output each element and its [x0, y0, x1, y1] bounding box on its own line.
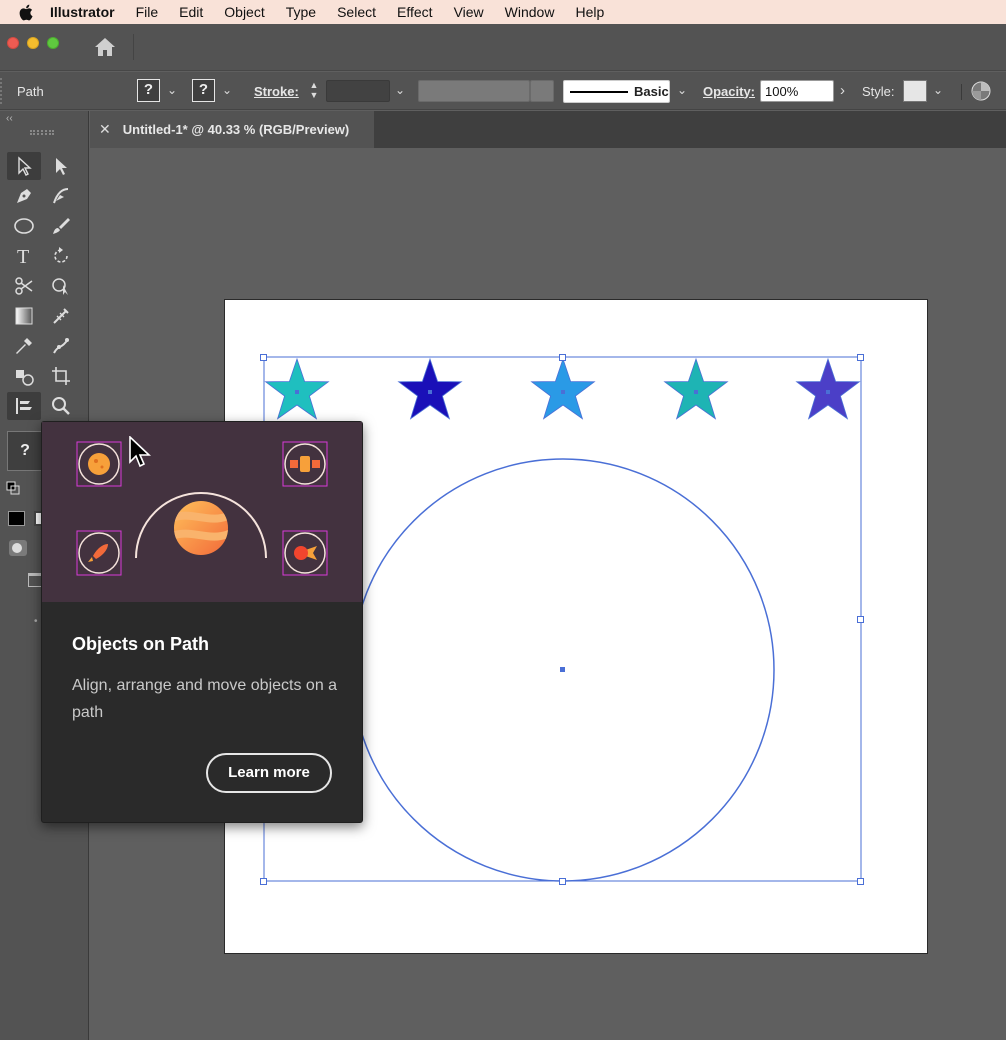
- home-icon[interactable]: [93, 36, 117, 58]
- menu-edit[interactable]: Edit: [179, 4, 203, 20]
- stroke-weight-chevron-icon[interactable]: ⌄: [395, 83, 405, 97]
- bounding-handle-bottom-left[interactable]: [260, 878, 267, 885]
- rotate-tool-icon[interactable]: [44, 242, 78, 270]
- planet-icon: [174, 501, 228, 555]
- close-window-button[interactable]: [7, 37, 19, 49]
- menu-file[interactable]: File: [136, 4, 159, 20]
- variable-width-profile-dropdown[interactable]: [530, 80, 554, 102]
- objects-on-path-tooltip: Objects on Path Align, arrange and move …: [41, 421, 363, 823]
- menu-effect[interactable]: Effect: [397, 4, 433, 20]
- pen-tool-icon[interactable]: [7, 182, 41, 210]
- paintbrush-tool-icon[interactable]: [44, 212, 78, 240]
- style-chevron-icon[interactable]: ⌄: [933, 83, 943, 97]
- brush-label: Basic: [634, 84, 669, 99]
- document-tab-title: Untitled-1* @ 40.33 % (RGB/Preview): [122, 122, 350, 137]
- opacity-arrow-icon[interactable]: ›: [840, 82, 845, 99]
- symbol-sprayer-tool-icon[interactable]: [7, 362, 41, 390]
- menu-bar: Illustrator File Edit Object Type Select…: [0, 0, 1006, 24]
- default-fill-stroke-icon[interactable]: [6, 481, 20, 495]
- close-tab-icon[interactable]: ✕: [99, 121, 111, 138]
- shape-builder-tool-icon[interactable]: [44, 272, 78, 300]
- gradient-tool-icon[interactable]: [7, 302, 41, 330]
- comet-icon: [294, 546, 308, 560]
- bounding-handle-bottom-right[interactable]: [857, 878, 864, 885]
- star-center-point: [694, 390, 698, 394]
- star-shape[interactable]: [530, 357, 596, 420]
- recolor-artwork-icon[interactable]: [971, 81, 991, 101]
- star-center-point: [561, 390, 565, 394]
- graphic-style-swatch[interactable]: [903, 80, 927, 102]
- stroke-weight-input[interactable]: [326, 80, 390, 102]
- bounding-handle-bottom-middle[interactable]: [559, 878, 566, 885]
- objects-on-path-illustration: [42, 422, 362, 602]
- brush-definition-dropdown[interactable]: Basic: [563, 80, 670, 103]
- edit-toolbar-icon[interactable]: •: [34, 616, 38, 627]
- menu-select[interactable]: Select: [337, 4, 376, 20]
- zoom-tool-icon[interactable]: [44, 392, 78, 420]
- puppet-warp-tool-icon[interactable]: [44, 332, 78, 360]
- curvature-tool-icon[interactable]: [44, 182, 78, 210]
- draw-mode-icon[interactable]: [8, 539, 28, 557]
- panel-grip-icon[interactable]: [30, 130, 54, 135]
- moon-icon: [88, 453, 110, 475]
- menu-window[interactable]: Window: [505, 4, 555, 20]
- fill-swatch[interactable]: ?: [137, 79, 160, 102]
- stroke-swatch[interactable]: ?: [192, 79, 215, 102]
- collapse-panel-icon[interactable]: ‹‹: [6, 113, 13, 124]
- bounding-handle-middle-right[interactable]: [857, 616, 864, 623]
- circle-center-point: [560, 667, 565, 672]
- mouse-cursor-icon: [128, 435, 154, 470]
- document-tab-row: ✕ Untitled-1* @ 40.33 % (RGB/Preview): [90, 111, 1006, 148]
- direct-selection-tool-icon[interactable]: [44, 152, 78, 180]
- screen-mode-icon[interactable]: [28, 573, 42, 587]
- type-tool-icon[interactable]: T: [7, 242, 41, 270]
- star-shape[interactable]: [397, 357, 463, 420]
- star-shape[interactable]: [795, 357, 861, 420]
- variable-width-profile[interactable]: [418, 80, 530, 102]
- opacity-label[interactable]: Opacity:: [703, 72, 755, 110]
- artboard-tool-icon[interactable]: [44, 362, 78, 390]
- bounding-handle-top-right[interactable]: [857, 354, 864, 361]
- window-title-bar: [0, 24, 1006, 71]
- fill-dropdown-chevron-icon[interactable]: ⌄: [167, 83, 177, 97]
- tooltip-description: Align, arrange and move objects on a pat…: [72, 677, 338, 721]
- menu-app-name[interactable]: Illustrator: [50, 4, 115, 20]
- minimize-window-button[interactable]: [27, 37, 39, 49]
- tooltip-title: Objects on Path: [72, 634, 210, 654]
- mesh-tool-icon[interactable]: [44, 302, 78, 330]
- menu-help[interactable]: Help: [575, 4, 604, 20]
- opacity-input[interactable]: 100%: [760, 80, 834, 102]
- menu-view[interactable]: View: [454, 4, 484, 20]
- scissors-tool-icon[interactable]: [7, 272, 41, 300]
- menu-type[interactable]: Type: [286, 4, 316, 20]
- stroke-dropdown-chevron-icon[interactable]: ⌄: [222, 83, 232, 97]
- star-center-point: [295, 390, 299, 394]
- bounding-handle-top-middle[interactable]: [559, 354, 566, 361]
- objects-on-path-tool-icon[interactable]: [7, 392, 41, 420]
- selection-tool-icon[interactable]: [7, 152, 41, 180]
- ellipse-tool-icon[interactable]: [7, 212, 41, 240]
- style-label: Style:: [862, 83, 895, 99]
- stroke-weight-stepper[interactable]: ▲ ▼: [307, 80, 321, 102]
- apple-icon[interactable]: [18, 0, 36, 24]
- zoom-window-button[interactable]: [47, 37, 59, 49]
- satellite-icon: [300, 456, 310, 472]
- eyedropper-tool-icon[interactable]: [7, 332, 41, 360]
- svg-text:T: T: [17, 246, 29, 267]
- brush-chevron-icon[interactable]: ⌄: [677, 83, 687, 97]
- star-shape[interactable]: [663, 357, 729, 420]
- menu-object[interactable]: Object: [224, 4, 264, 20]
- document-tab[interactable]: ✕ Untitled-1* @ 40.33 % (RGB/Preview): [90, 111, 374, 148]
- star-center-point: [826, 390, 830, 394]
- learn-more-button[interactable]: Learn more: [206, 753, 332, 793]
- star-shape[interactable]: [264, 357, 330, 420]
- selection-type-label: Path: [17, 83, 44, 99]
- bounding-handle-top-left[interactable]: [260, 354, 267, 361]
- stroke-label[interactable]: Stroke:: [254, 72, 299, 110]
- color-mode-icon[interactable]: [8, 511, 25, 526]
- star-center-point: [428, 390, 432, 394]
- fill-stroke-swatch[interactable]: ?: [7, 431, 43, 471]
- control-bar: Path ? ⌄ ? ⌄ Stroke: ▲ ▼ ⌄ Basic ⌄ Opacit…: [0, 72, 1006, 110]
